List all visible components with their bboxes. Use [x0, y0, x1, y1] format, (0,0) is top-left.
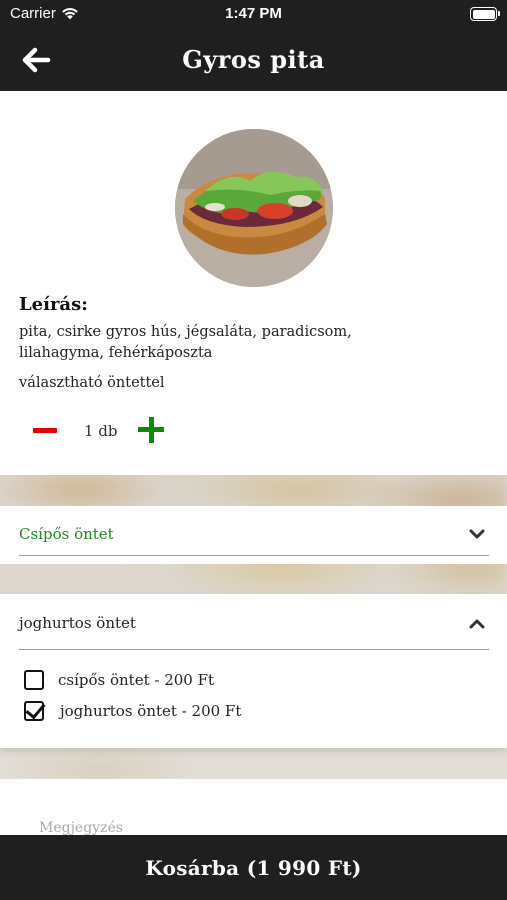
product-image: [175, 129, 333, 287]
page-title: Gyros pita: [182, 45, 325, 74]
sauce-section-hot-title: Csípős öntet: [19, 525, 114, 543]
sauce-section-hot: Csípős öntet: [0, 506, 507, 564]
sauce-option-yogurt[interactable]: joghurtos öntet - 200 Ft: [24, 698, 241, 724]
sauce-section-yogurt-header[interactable]: joghurtos öntet: [19, 594, 489, 650]
add-to-cart-label: Kosárba (1 990 Ft): [145, 855, 362, 880]
navigation-bar: Gyros pita: [0, 28, 507, 91]
add-to-cart-button[interactable]: Kosárba (1 990 Ft): [0, 835, 507, 900]
sauce-option-hot-label: csípős öntet - 200 Ft: [58, 671, 215, 689]
product-card: Leírás: pita, csirke gyros hús, jégsalát…: [0, 91, 507, 475]
description-note: választható öntettel: [19, 375, 165, 391]
gyros-pita-illustration: [175, 129, 333, 287]
status-bar: Carrier 1:47 PM: [0, 0, 507, 28]
sauce-section-yogurt-title: joghurtos öntet: [19, 614, 136, 632]
description-text: pita, csirke gyros hús, jégsaláta, parad…: [19, 324, 352, 361]
sauce-section-hot-header[interactable]: Csípős öntet: [19, 506, 489, 556]
sauce-option-yogurt-checkbox[interactable]: [24, 701, 44, 721]
decrease-quantity-button[interactable]: [31, 419, 59, 443]
status-time: 1:47 PM: [225, 5, 282, 22]
notes-section: [0, 779, 507, 839]
sauce-option-hot-checkbox[interactable]: [24, 670, 44, 690]
quantity-value: 1 db: [84, 422, 118, 440]
chevron-down-icon: [469, 529, 485, 539]
battery-icon: [470, 7, 500, 21]
description-heading: Leírás:: [19, 294, 88, 315]
sauce-option-yogurt-label: joghurtos öntet - 200 Ft: [60, 702, 242, 720]
chevron-up-icon: [469, 619, 485, 629]
sauce-option-hot[interactable]: csípős öntet - 200 Ft: [24, 667, 214, 693]
increase-quantity-button[interactable]: [138, 417, 164, 443]
